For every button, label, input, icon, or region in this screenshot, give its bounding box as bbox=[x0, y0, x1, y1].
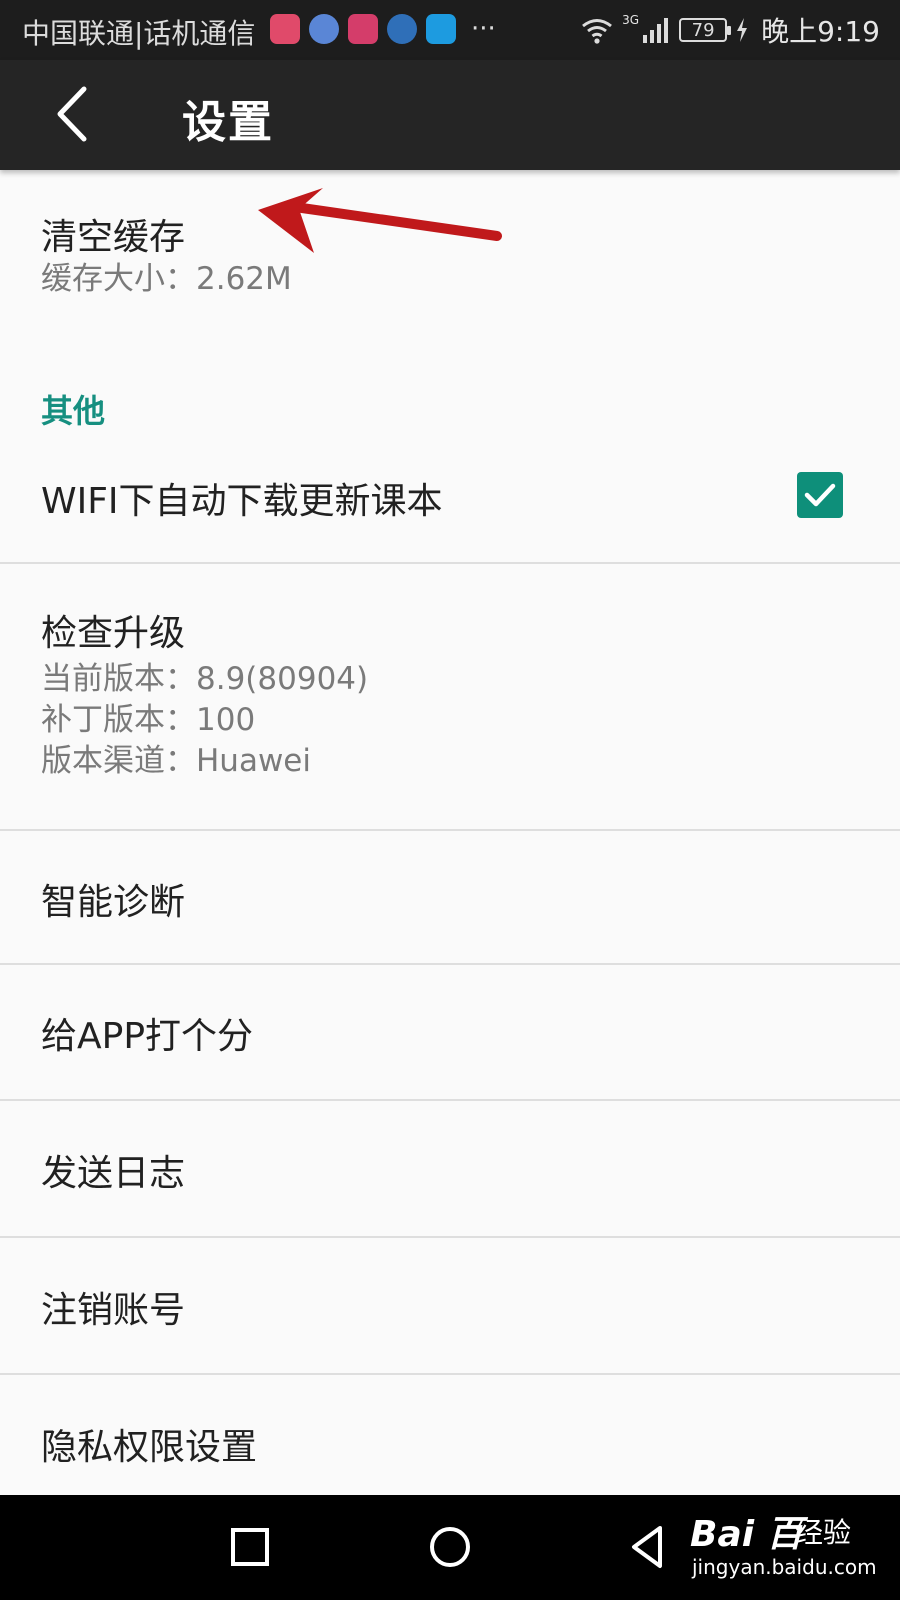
rate-app-item[interactable]: 给APP打个分 bbox=[0, 965, 900, 1101]
watermark-brand: Bai 百 bbox=[690, 1514, 803, 1555]
back-nav-button[interactable] bbox=[620, 1517, 680, 1577]
smart-diagnosis-title: 智能诊断 bbox=[41, 882, 186, 923]
charging-icon bbox=[737, 18, 748, 42]
recents-button[interactable] bbox=[220, 1517, 280, 1577]
cache-size-summary: 缓存大小：2.62M bbox=[41, 261, 292, 297]
checkmark-icon bbox=[804, 483, 836, 507]
carrier-label: 中国联通|话机通信 bbox=[22, 17, 256, 50]
notification-icons: ··· bbox=[270, 14, 496, 44]
app-toolbar: 设置 bbox=[0, 60, 900, 170]
settings-list: 清空缓存 缓存大小：2.62M 其他 WIFI下自动下载更新课本 检查升级 当前… bbox=[0, 170, 900, 1495]
current-version-text: 当前版本：8.9(80904) bbox=[41, 661, 369, 697]
channel-text: 版本渠道：Huawei bbox=[41, 743, 311, 779]
check-update-title: 检查升级 bbox=[41, 613, 186, 654]
square-recents-icon bbox=[231, 1528, 269, 1566]
rate-app-title: 给APP打个分 bbox=[41, 1016, 254, 1057]
wifi-auto-update-checkbox[interactable] bbox=[797, 472, 843, 518]
network-type-label: 3G bbox=[622, 13, 640, 27]
wifi-icon bbox=[582, 19, 613, 44]
patch-version-text: 补丁版本：100 bbox=[41, 702, 256, 738]
notification-app-icon bbox=[426, 14, 456, 44]
page-title: 设置 bbox=[182, 97, 274, 148]
status-indicators: 3G 79 晚上9:19 bbox=[580, 10, 880, 50]
circle-home-icon bbox=[430, 1527, 470, 1567]
annotation-arrow-icon bbox=[258, 188, 502, 253]
logout-title: 注销账号 bbox=[41, 1290, 186, 1331]
battery-level: 79 bbox=[691, 19, 715, 41]
home-button[interactable] bbox=[420, 1517, 480, 1577]
status-bar: 中国联通|话机通信 ··· 3G 79 晚上9:19 bbox=[0, 0, 900, 60]
triangle-back-icon bbox=[632, 1526, 662, 1568]
notification-app-icon bbox=[348, 14, 378, 44]
privacy-settings-item[interactable]: 隐私权限设置 bbox=[0, 1375, 900, 1495]
category-header-other: 其他 bbox=[41, 392, 106, 430]
battery-icon: 79 bbox=[679, 18, 732, 42]
wifi-auto-update-item[interactable]: WIFI下自动下载更新课本 bbox=[0, 432, 900, 564]
notification-app-icon bbox=[309, 14, 339, 44]
watermark-url: jingyan.baidu.com bbox=[692, 1555, 877, 1579]
wifi-auto-update-title: WIFI下自动下载更新课本 bbox=[41, 481, 443, 522]
send-log-title: 发送日志 bbox=[41, 1153, 186, 1194]
signal-icon bbox=[643, 18, 669, 43]
notification-app-icon bbox=[387, 14, 417, 44]
clock: 晚上9:19 bbox=[761, 15, 880, 48]
send-log-item[interactable]: 发送日志 bbox=[0, 1101, 900, 1238]
more-notifications-icon: ··· bbox=[471, 14, 496, 44]
clear-cache-title: 清空缓存 bbox=[41, 217, 186, 258]
back-arrow-icon bbox=[57, 86, 87, 142]
privacy-settings-title: 隐私权限设置 bbox=[41, 1427, 258, 1468]
check-update-item[interactable]: 检查升级 当前版本：8.9(80904) 补丁版本：100 版本渠道：Huawe… bbox=[0, 564, 900, 831]
smart-diagnosis-item[interactable]: 智能诊断 bbox=[0, 831, 900, 965]
logout-item[interactable]: 注销账号 bbox=[0, 1238, 900, 1375]
back-button[interactable] bbox=[50, 85, 110, 145]
watermark-suffix: 经验 bbox=[795, 1516, 852, 1549]
notification-app-icon bbox=[270, 14, 300, 44]
